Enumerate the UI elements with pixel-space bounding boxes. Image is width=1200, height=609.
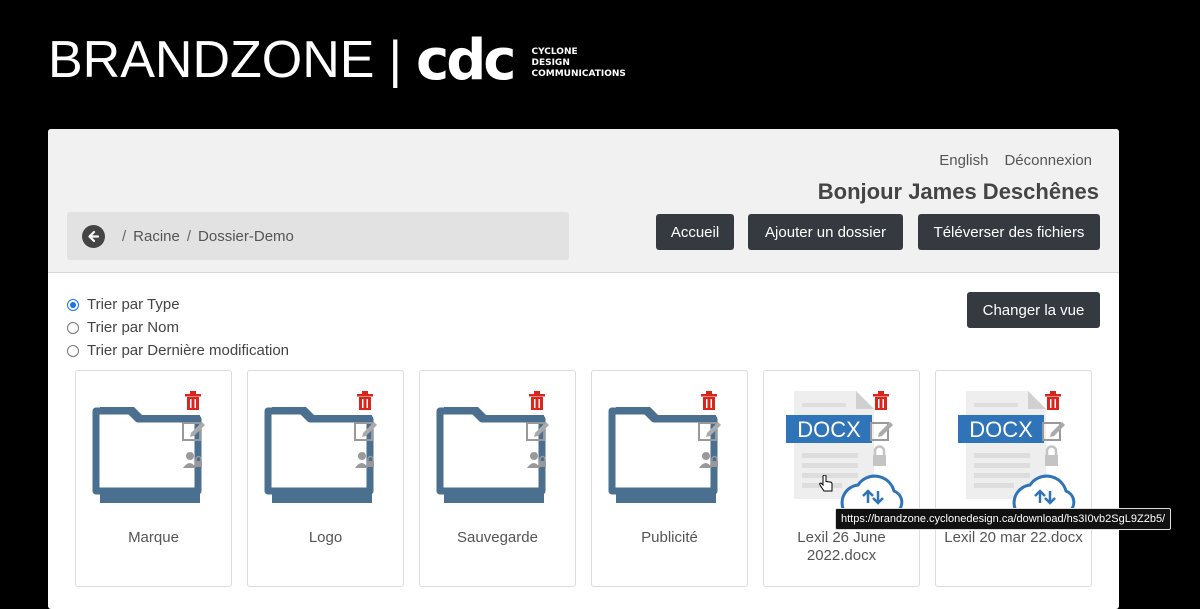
folder-icon	[264, 407, 374, 503]
folder-icon	[436, 407, 546, 503]
greeting: Bonjour James Deschênes	[817, 179, 1099, 204]
home-button[interactable]: Accueil	[656, 214, 734, 250]
edit-icon[interactable]	[354, 419, 378, 441]
back-icon[interactable]	[82, 224, 105, 248]
trash-icon[interactable]	[184, 391, 202, 411]
brand-header: BRANDZONE | cdc CYCLONE DESIGN COMMUNICA…	[48, 27, 626, 93]
brand-separator: |	[388, 31, 402, 89]
docx-file-icon: DOCX	[786, 391, 904, 513]
user-lock-icon[interactable]	[183, 451, 203, 469]
sort-option-label: Trier par Dernière modification	[87, 342, 290, 359]
file-card[interactable]: DOCX Lexil 20 mar 22.docx	[935, 370, 1092, 587]
user-lock-icon[interactable]	[699, 451, 719, 469]
edit-icon[interactable]	[182, 419, 206, 441]
folder-icon	[608, 407, 718, 503]
sort-by-name[interactable]: Trier par Nom	[67, 319, 179, 336]
radio-unchecked[interactable]	[67, 344, 79, 357]
folder-card[interactable]: Marque	[75, 370, 232, 587]
item-name: Publicité	[641, 529, 698, 546]
sort-by-modified[interactable]: Trier par Dernière modification	[67, 342, 289, 359]
docx-badge: DOCX	[797, 417, 861, 442]
item-name: Lexil 20 mar 22.docx	[944, 529, 1083, 546]
logout-link[interactable]: Déconnexion	[1004, 152, 1092, 169]
link-tooltip: https://brandzone.cyclonedesign.ca/downl…	[835, 508, 1172, 530]
radio-checked[interactable]	[67, 298, 79, 311]
top-links: English Déconnexion	[939, 152, 1092, 169]
sort-option-label: Trier par Type	[87, 296, 180, 313]
folder-card[interactable]: Sauvegarde	[419, 370, 576, 587]
cdc-logo: cdc	[416, 27, 516, 93]
breadcrumb-separator: /	[122, 227, 127, 245]
tagline-line: COMMUNICATIONS	[531, 68, 626, 79]
trash-icon[interactable]	[356, 391, 374, 411]
language-link[interactable]: English	[939, 152, 988, 169]
item-name: Logo	[308, 529, 343, 546]
edit-icon[interactable]	[698, 419, 722, 441]
file-card[interactable]: DOCX Lexil 26 June 2022.docx	[763, 370, 920, 587]
folder-icon	[92, 407, 202, 503]
brand-name: BRANDZONE	[48, 31, 375, 89]
docx-file-icon: DOCX	[958, 391, 1076, 513]
hand-cursor-icon	[819, 475, 833, 492]
edit-icon[interactable]	[1042, 419, 1066, 441]
folder-card[interactable]: Publicité	[591, 370, 748, 587]
trash-icon[interactable]	[700, 391, 718, 411]
radio-unchecked[interactable]	[67, 321, 79, 334]
change-view-button[interactable]: Changer la vue	[967, 292, 1100, 328]
main-panel: English Déconnexion Bonjour James Deschê…	[48, 129, 1119, 609]
item-name: Sauvegarde	[457, 529, 538, 546]
folder-card[interactable]: Logo	[247, 370, 404, 587]
sort-by-type[interactable]: Trier par Type	[67, 296, 180, 313]
tagline-line: DESIGN	[531, 57, 570, 68]
breadcrumb-root[interactable]: Racine	[133, 228, 180, 245]
upload-files-button[interactable]: Téléverser des fichiers	[918, 214, 1100, 250]
trash-icon[interactable]	[872, 391, 890, 411]
user-lock-icon[interactable]	[527, 451, 547, 469]
add-folder-button[interactable]: Ajouter un dossier	[748, 214, 903, 250]
item-name: Marque	[128, 529, 179, 546]
panel-header: English Déconnexion Bonjour James Deschê…	[48, 129, 1119, 273]
docx-badge: DOCX	[969, 417, 1033, 442]
item-name: Lexil 26 June 2022.docx	[797, 529, 886, 564]
breadcrumb-separator: /	[186, 227, 192, 245]
company-tagline: CYCLONE DESIGN COMMUNICATIONS	[531, 47, 625, 80]
sort-option-label: Trier par Nom	[87, 319, 179, 336]
edit-icon[interactable]	[526, 419, 550, 441]
trash-icon[interactable]	[528, 391, 546, 411]
user-lock-icon[interactable]	[355, 451, 375, 469]
tagline-line: CYCLONE	[531, 46, 578, 57]
edit-icon[interactable]	[870, 419, 894, 441]
breadcrumb: / Racine / Dossier-Demo	[67, 212, 569, 260]
trash-icon[interactable]	[1044, 391, 1062, 411]
breadcrumb-current: Dossier-Demo	[198, 227, 294, 245]
